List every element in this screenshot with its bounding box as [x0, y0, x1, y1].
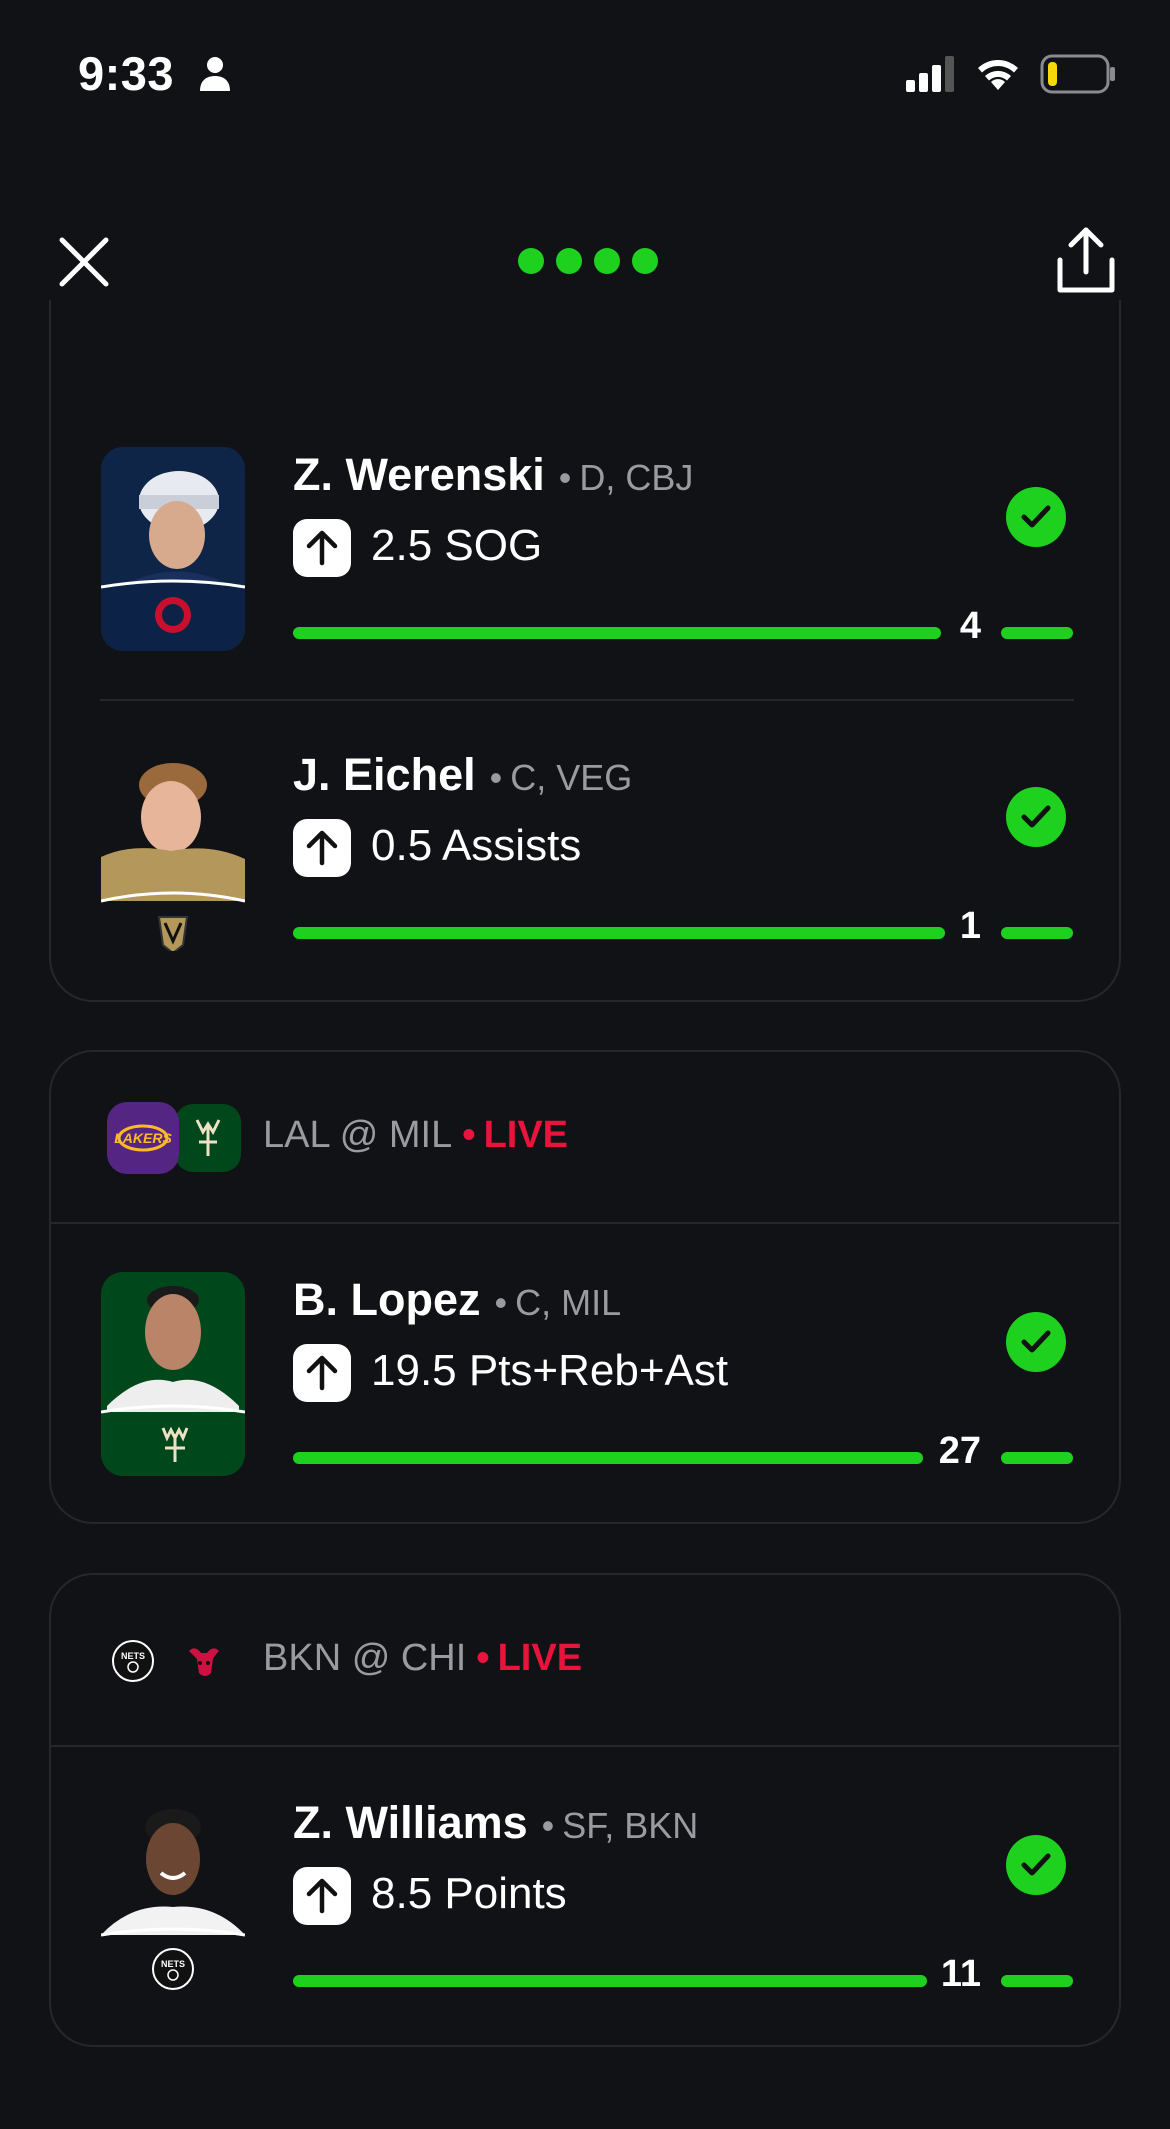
player-headshot	[101, 747, 245, 951]
person-icon	[200, 57, 230, 91]
check-icon	[1006, 1312, 1066, 1372]
progress-value: 1	[959, 905, 981, 947]
game-matchup: BKN @ CHI • LIVE	[263, 1637, 582, 1680]
matchup-text: BKN @ CHI	[263, 1637, 467, 1679]
pick-row[interactable]: J. Eichel • C, VEG 0.5 Assists 1	[51, 697, 1119, 997]
arrow-up-icon	[306, 530, 338, 566]
progress-target-marker	[1001, 627, 1073, 639]
svg-text:NETS: NETS	[161, 1959, 185, 1969]
player-headshot-image	[101, 1272, 245, 1476]
player-headshot-image: NETS	[101, 1795, 245, 1999]
progress-value: 4	[959, 605, 981, 647]
player-headshot-image	[101, 447, 245, 651]
player-headshot: NETS	[101, 1795, 245, 1999]
progress-bar	[293, 627, 941, 639]
live-badge: LIVE	[483, 1114, 569, 1156]
player-headshot-image	[101, 747, 245, 951]
progress-target-marker	[1001, 1975, 1073, 1987]
over-direction-badge[interactable]	[293, 1344, 351, 1402]
progress-fill	[293, 927, 945, 939]
check-icon	[1006, 487, 1066, 547]
progress-target-marker	[1001, 927, 1073, 939]
separator-dot: •	[489, 757, 503, 798]
pick-line: 0.5 Assists	[371, 821, 582, 870]
matchup-text: LAL @ MIL	[263, 1114, 453, 1156]
arrow-up-icon	[306, 1355, 338, 1391]
player-position: D, CBJ	[579, 457, 694, 498]
player-position: SF, BKN	[562, 1805, 699, 1846]
player-name-line: J. Eichel • C, VEG	[293, 749, 632, 801]
game-header[interactable]: NETS BKN @ CHI • LIVE	[51, 1575, 1119, 1745]
pick-line: 19.5 Pts+Reb+Ast	[371, 1346, 729, 1395]
progress-fill	[293, 627, 941, 639]
page-indicator	[518, 248, 658, 274]
page-dot	[518, 248, 544, 274]
team-logos: NETS	[112, 1640, 219, 1682]
player-headshot	[101, 447, 245, 651]
live-badge: LIVE	[497, 1637, 583, 1679]
player-name: Z. Williams	[293, 1797, 528, 1848]
check-icon	[1006, 787, 1066, 847]
arrow-up-icon	[306, 830, 338, 866]
cellular-signal-icon	[906, 56, 954, 92]
separator-dot: •	[541, 1805, 555, 1846]
wifi-icon	[978, 60, 1018, 90]
game-card: LAKERS LAL @ MIL • LIVE B. Lopez • C, MIL 19…	[49, 1050, 1121, 1524]
player-position: C, MIL	[515, 1282, 622, 1323]
game-card: Z. Werenski • D, CBJ 2.5 SOG 4 J. Eichel…	[49, 300, 1121, 1002]
over-direction-badge[interactable]	[293, 1867, 351, 1925]
pick-row[interactable]: NETS Z. Williams • SF, BKN 8.5 Points 11	[51, 1745, 1119, 2045]
player-name-line: Z. Werenski • D, CBJ	[293, 449, 693, 501]
progress-bar	[293, 1452, 923, 1464]
svg-text:LAKERS: LAKERS	[114, 1130, 172, 1146]
player-name: Z. Werenski	[293, 449, 545, 500]
game-card: NETS BKN @ CHI • LIVE NETS Z. Williams •…	[49, 1573, 1121, 2047]
progress-value: 11	[940, 1953, 981, 1995]
progress-bar	[293, 1975, 927, 1987]
page-dot	[594, 248, 620, 274]
svg-text:NETS: NETS	[121, 1651, 145, 1661]
progress-fill	[293, 1452, 923, 1464]
live-dot: •	[462, 1114, 476, 1156]
player-headshot	[101, 1272, 245, 1476]
player-name-line: Z. Williams • SF, BKN	[293, 1797, 698, 1849]
close-button[interactable]	[56, 234, 112, 290]
progress-value: 27	[938, 1430, 981, 1472]
separator-dot: •	[558, 457, 572, 498]
share-button[interactable]	[1054, 226, 1118, 296]
pick-line: 2.5 SOG	[371, 521, 543, 570]
page-dot	[632, 248, 658, 274]
pick-row[interactable]: Z. Werenski • D, CBJ 2.5 SOG 4	[51, 397, 1119, 697]
game-matchup: LAL @ MIL • LIVE	[263, 1114, 568, 1157]
status-time: 9:33	[78, 47, 175, 100]
separator-dot: •	[494, 1282, 508, 1323]
arrow-up-icon	[306, 1878, 338, 1914]
page-dot	[556, 248, 582, 274]
player-name-line: B. Lopez • C, MIL	[293, 1274, 621, 1326]
check-icon	[1006, 1835, 1066, 1895]
live-dot: •	[476, 1637, 490, 1679]
over-direction-badge[interactable]	[293, 519, 351, 577]
pick-row[interactable]: B. Lopez • C, MIL 19.5 Pts+Reb+Ast 27	[51, 1222, 1119, 1522]
over-direction-badge[interactable]	[293, 819, 351, 877]
team-logos: LAKERS	[107, 1102, 241, 1174]
progress-bar	[293, 927, 945, 939]
battery-low-icon	[1040, 54, 1115, 94]
pick-line: 8.5 Points	[371, 1869, 567, 1918]
progress-fill	[293, 1975, 927, 1987]
progress-target-marker	[1001, 1452, 1073, 1464]
player-name: J. Eichel	[293, 749, 476, 800]
player-name: B. Lopez	[293, 1274, 481, 1325]
player-position: C, VEG	[510, 757, 633, 798]
game-header[interactable]: LAKERS LAL @ MIL • LIVE	[51, 1052, 1119, 1222]
status-bar: 9:33	[0, 0, 1170, 150]
